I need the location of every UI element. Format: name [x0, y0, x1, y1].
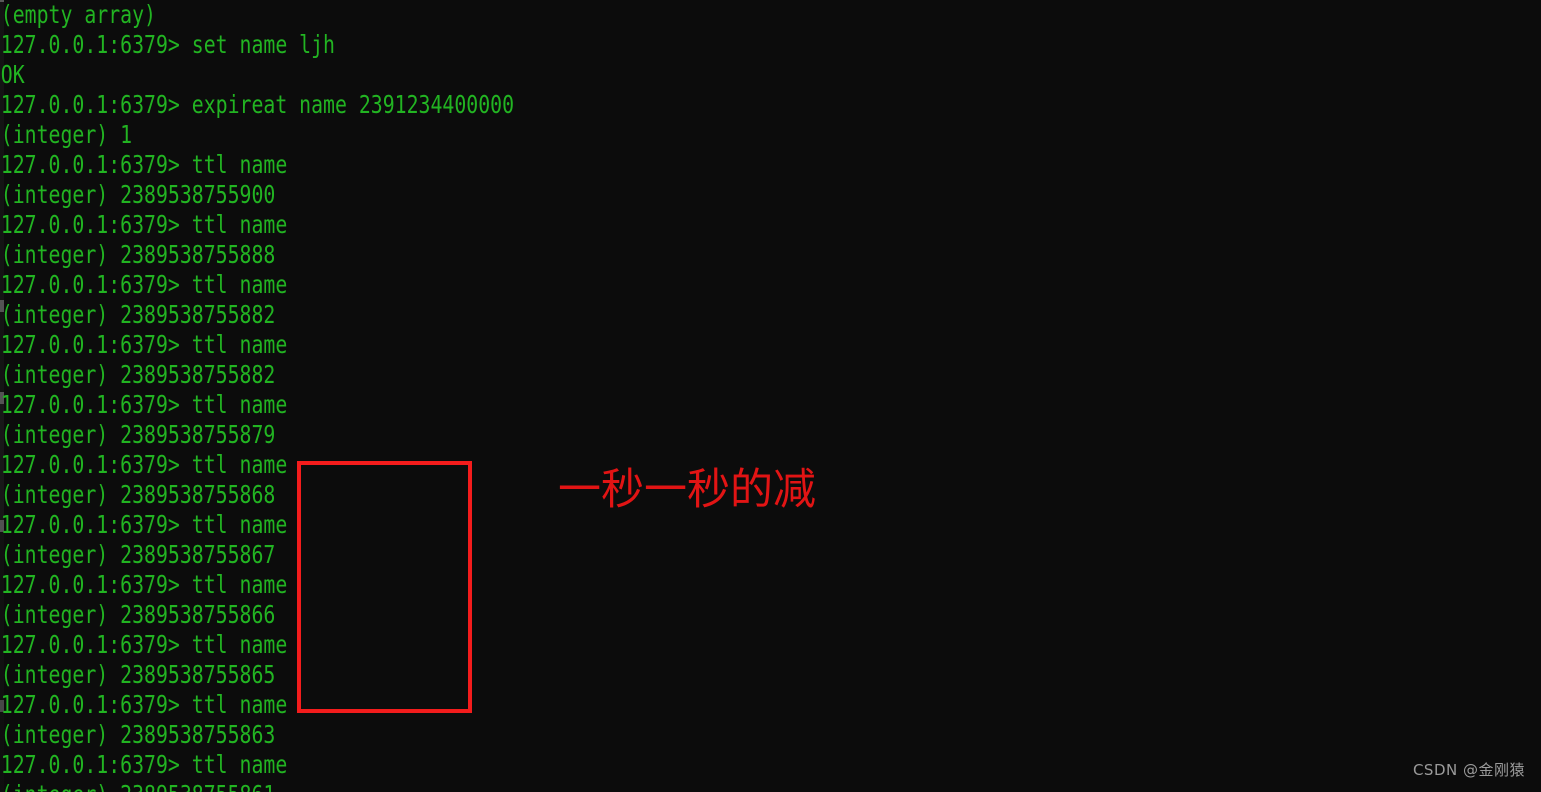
terminal-line: OK [0, 60, 25, 89]
terminal-line: 127.0.0.1:6379> ttl name [0, 390, 288, 419]
terminal-line: (integer) 2389538755863 [0, 720, 276, 749]
terminal-line: (integer) 2389538755867 [0, 540, 276, 569]
terminal-line: 127.0.0.1:6379> expireat name 2391234400… [0, 90, 515, 119]
csdn-watermark: CSDN @金刚猿 [1412, 761, 1525, 779]
terminal-line: 127.0.0.1:6379> ttl name [0, 570, 288, 599]
terminal-line: 127.0.0.1:6379> ttl name [0, 330, 288, 359]
terminal-line: (integer) 1 [0, 120, 133, 149]
terminal-line: (integer) 2389538755882 [0, 300, 276, 329]
terminal-line: (integer) 2389538755900 [0, 180, 276, 209]
annotation-note-text: 一秒一秒的减 [558, 465, 816, 515]
terminal-line: 127.0.0.1:6379> ttl name [0, 750, 288, 779]
terminal-line: 127.0.0.1:6379> ttl name [0, 630, 288, 659]
terminal-line: (integer) 2389538755879 [0, 420, 276, 449]
terminal-line: 127.0.0.1:6379> ttl name [0, 690, 288, 719]
terminal-line: 127.0.0.1:6379> ttl name [0, 150, 288, 179]
terminal-line: (integer) 2389538755861 [0, 780, 1222, 792]
terminal-line: 127.0.0.1:6379> set name ljh [0, 30, 335, 59]
terminal-line: (integer) 2389538755888 [0, 240, 276, 269]
terminal-line: 127.0.0.1:6379> ttl name [0, 270, 288, 299]
terminal-output: (empty array) 127.0.0.1:6379> set name lj… [0, 0, 1541, 792]
terminal-line: (integer) 2389538755865 [0, 660, 276, 689]
terminal-line: (integer) 2389538755882 [0, 360, 276, 389]
terminal-screen[interactable]: (empty array) 127.0.0.1:6379> set name lj… [0, 0, 1541, 792]
terminal-line: (empty array) [0, 0, 156, 29]
terminal-line: (integer) 2389538755866 [0, 600, 276, 629]
terminal-line: 127.0.0.1:6379> ttl name [0, 210, 288, 239]
